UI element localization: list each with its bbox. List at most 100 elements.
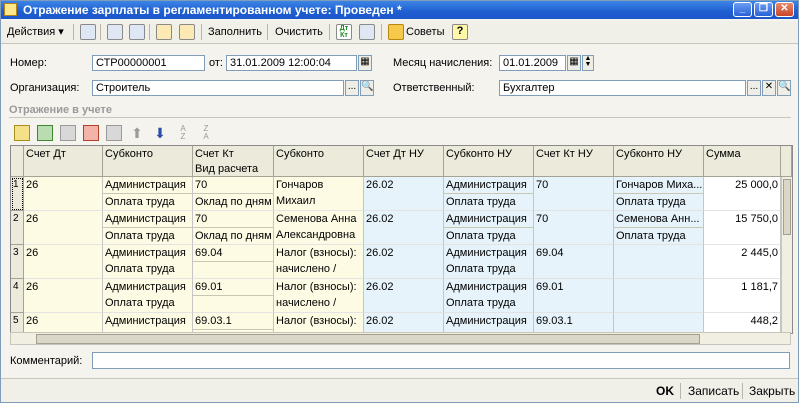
header-subkonto-nu[interactable]: Субконто НУ [444,146,534,177]
search-icon[interactable]: 🔍 [360,80,374,96]
close-window-button[interactable]: ✕ [775,2,794,17]
edit-row-icon[interactable] [60,125,76,141]
month-spin-buttons[interactable]: ▲ ▼ [582,55,594,71]
cell-schet-dt-nu[interactable]: 26.02 [364,279,444,313]
ok-button[interactable]: OK [656,382,674,400]
cell-subkonto-nu[interactable]: АдминистрацияОплата труда [444,313,534,333]
cell-subkonto[interactable]: АдминистрацияОплата труда [103,211,193,245]
fill-button[interactable]: Заполнить [208,23,262,41]
delete-row-icon[interactable] [83,125,99,141]
header-vid-rascheta[interactable]: Вид расчета [193,161,274,177]
cell-schet-dt[interactable]: 26 [24,177,103,211]
close-button[interactable]: Закрыть [749,382,795,400]
end-edit-icon[interactable] [106,125,122,141]
month-field[interactable]: 01.01.2009 [499,55,566,71]
cell-schet-dt-nu[interactable]: 26.02 [364,211,444,245]
vertical-scrollbar[interactable] [781,177,792,333]
actions-menu[interactable]: Действия ▾ [7,23,64,41]
cell-schet-kt-nu[interactable]: 70 [534,211,614,245]
date-field[interactable]: 31.01.2009 12:00:04 [226,55,357,71]
maximize-button[interactable]: ❐ [754,2,773,17]
structure-icon[interactable] [359,24,375,40]
post-document-icon[interactable] [156,24,172,40]
cell-summa[interactable]: 2 445,0 [704,245,781,279]
clear-x-icon[interactable]: ✕ [762,80,776,96]
move-down-icon[interactable]: ⬇ [152,125,168,141]
cell-subkonto-nu-2[interactable] [614,313,704,333]
cell-schet-kt-nu[interactable]: 69.01 [534,279,614,313]
responsible-field[interactable]: Бухгалтер [499,80,746,96]
cell-summa[interactable]: 15 750,0 [704,211,781,245]
row-number[interactable]: 4 [11,279,24,313]
cell-schet-kt[interactable]: 69.03.1 [193,313,274,333]
header-schet-dt-nu[interactable]: Счет Дт НУ [364,146,444,177]
cell-schet-dt[interactable]: 26 [24,279,103,313]
copy-icon[interactable] [129,24,145,40]
cell-subkonto-2[interactable]: Налог (взносы): начислено / [274,279,364,313]
cell-subkonto-nu[interactable]: АдминистрацияОплата труда [444,245,534,279]
cell-summa[interactable]: 25 000,0 [704,177,781,211]
header-subkonto[interactable]: Субконто [103,146,193,177]
header-subkonto-nu-2[interactable]: Субконто НУ [614,146,704,177]
organization-select-button[interactable]: ... [345,80,359,96]
horizontal-scroll-thumb[interactable] [36,334,700,344]
save-button[interactable]: Записать [688,382,739,400]
cell-subkonto[interactable]: АдминистрацияОплата труда [103,245,193,279]
cell-schet-kt[interactable]: 70 Оклад по дням [193,177,274,211]
cell-schet-dt[interactable]: 26 [24,211,103,245]
arrow-left-icon[interactable] [80,24,96,40]
cell-subkonto-2[interactable]: Гончаров Михаил [274,177,364,211]
cell-subkonto-nu[interactable]: АдминистрацияОплата труда [444,279,534,313]
unpost-document-icon[interactable] [179,24,195,40]
cell-subkonto[interactable]: АдминистрацияОплата труда [103,177,193,211]
tips-button[interactable]: Советы [406,23,444,41]
clear-button[interactable]: Очистить [275,23,323,41]
help-button[interactable]: ? [452,24,468,40]
header-schet-kt[interactable]: Счет Кт [193,146,274,162]
cell-subkonto-nu-2[interactable] [614,245,704,279]
row-number[interactable]: 5 [11,313,24,333]
cell-subkonto-2[interactable]: Семенова Анна Александровна [274,211,364,245]
cell-subkonto-nu-2[interactable]: Семенова Анн... Оплата труда [614,211,704,245]
organization-field[interactable]: Строитель [92,80,344,96]
copy-row-icon[interactable] [37,125,53,141]
cell-subkonto-nu-2[interactable] [614,279,704,313]
vertical-scroll-thumb[interactable] [783,179,791,235]
header-schet-dt[interactable]: Счет Дт [24,146,103,177]
cell-subkonto-2[interactable]: Налог (взносы): [274,313,364,333]
cell-schet-kt[interactable]: 70 Оклад по дням [193,211,274,245]
calendar-icon[interactable]: ▦ [358,55,372,71]
refresh-icon[interactable] [107,24,123,40]
cell-summa[interactable]: 448,2 [704,313,781,333]
row-number[interactable]: 2 [11,211,24,245]
dt-kt-icon[interactable]: Дт Кт [336,24,352,40]
sort-descending-icon[interactable]: ZA [198,125,214,141]
cell-subkonto-nu[interactable]: АдминистрацияОплата труда [444,211,534,245]
add-row-icon[interactable] [14,125,30,141]
cell-schet-kt[interactable]: 69.04 [193,245,274,279]
cell-subkonto[interactable]: АдминистрацияОплата труда [103,279,193,313]
comment-field[interactable] [92,352,790,369]
number-field[interactable]: СТР00000001 [92,55,205,71]
header-schet-kt-nu[interactable]: Счет Кт НУ [534,146,614,177]
cell-schet-dt[interactable]: 26 [24,245,103,279]
entries-table[interactable]: Счет Дт Субконто Счет Кт Вид расчета Суб… [10,145,793,334]
header-subkonto-2[interactable]: Субконто [274,146,364,177]
cell-schet-kt-nu[interactable]: 69.03.1 [534,313,614,333]
cell-schet-dt-nu[interactable]: 26.02 [364,245,444,279]
responsible-select-button[interactable]: ... [747,80,761,96]
cell-subkonto[interactable]: АдминистрацияОплата труда [103,313,193,333]
search-icon[interactable]: 🔍 [777,80,791,96]
cell-subkonto-2[interactable]: Налог (взносы): начислено / [274,245,364,279]
title-bar[interactable]: Отражение зарплаты в регламентированном … [1,1,798,19]
cell-subkonto-nu[interactable]: АдминистрацияОплата труда [444,177,534,211]
cell-schet-dt[interactable]: 26 [24,313,103,333]
cell-subkonto-nu-2[interactable]: Гончаров Миха... Оплата труда [614,177,704,211]
row-number[interactable]: 1 [11,177,24,211]
minimize-button[interactable]: _ [733,2,752,17]
cell-schet-kt[interactable]: 69.01 [193,279,274,313]
header-summa[interactable]: Сумма [704,146,781,177]
row-number[interactable]: 3 [11,245,24,279]
cell-schet-kt-nu[interactable]: 70 [534,177,614,211]
horizontal-scrollbar[interactable] [10,332,791,345]
